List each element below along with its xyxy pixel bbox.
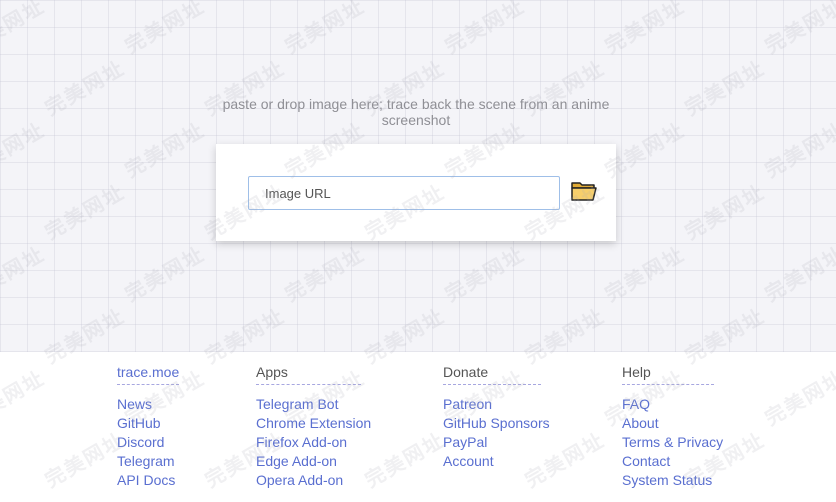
- footer-column-brand: trace.moe News GitHub Discord Telegram A…: [117, 364, 180, 490]
- footer-link-edge-addon[interactable]: Edge Add-on: [256, 452, 371, 471]
- footer-column-help: Help FAQ About Terms & Privacy Contact S…: [622, 364, 723, 490]
- watermark-text: 完美网址: [120, 241, 209, 307]
- footer-column-apps: Apps Telegram Bot Chrome Extension Firef…: [256, 364, 371, 490]
- footer-link-paypal[interactable]: PayPal: [443, 433, 550, 452]
- footer-heading-brand[interactable]: trace.moe: [117, 365, 180, 385]
- watermark-text: 完美网址: [760, 241, 836, 307]
- footer-link-system-status[interactable]: System Status: [622, 471, 723, 490]
- footer-links-apps: Telegram Bot Chrome Extension Firefox Ad…: [256, 395, 371, 490]
- footer-link-patreon[interactable]: Patreon: [443, 395, 550, 414]
- watermark-text: 完美网址: [440, 0, 529, 59]
- watermark-text: 完美网址: [760, 0, 836, 59]
- watermark-text: 完美网址: [760, 117, 836, 183]
- footer-heading-donate: Donate: [443, 365, 541, 385]
- footer-link-discord[interactable]: Discord: [117, 433, 179, 452]
- footer-links-help: FAQ About Terms & Privacy Contact System…: [622, 395, 723, 490]
- footer-link-firefox-addon[interactable]: Firefox Add-on: [256, 433, 371, 452]
- footer-link-terms-privacy[interactable]: Terms & Privacy: [622, 433, 723, 452]
- footer-links-brand: News GitHub Discord Telegram API Docs: [117, 395, 179, 490]
- watermark-text: 完美网址: [600, 0, 689, 59]
- watermark-text: 完美网址: [120, 0, 209, 59]
- footer-link-telegram-bot[interactable]: Telegram Bot: [256, 395, 371, 414]
- watermark-text: 完美网址: [120, 117, 209, 183]
- watermark-text: 完美网址: [0, 0, 49, 59]
- footer-links-donate: Patreon GitHub Sponsors PayPal Account: [443, 395, 550, 471]
- footer: trace.moe News GitHub Discord Telegram A…: [0, 352, 836, 502]
- footer-column-donate: Donate Patreon GitHub Sponsors PayPal Ac…: [443, 364, 550, 471]
- footer-link-about[interactable]: About: [622, 414, 723, 433]
- watermark-text: 完美网址: [40, 55, 129, 121]
- footer-link-api-docs[interactable]: API Docs: [117, 471, 179, 490]
- footer-link-account[interactable]: Account: [443, 452, 550, 471]
- watermark-text: 完美网址: [680, 55, 769, 121]
- footer-heading-apps: Apps: [256, 365, 361, 385]
- watermark-text: 完美网址: [680, 179, 769, 245]
- watermark-text: 完美网址: [280, 0, 369, 59]
- footer-link-telegram[interactable]: Telegram: [117, 452, 179, 471]
- folder-icon[interactable]: [570, 179, 598, 203]
- upload-hint: paste or drop image here; trace back the…: [222, 96, 610, 128]
- watermark-text: 完美网址: [440, 241, 529, 307]
- watermark-text: 完美网址: [0, 241, 49, 307]
- footer-link-faq[interactable]: FAQ: [622, 395, 723, 414]
- watermark-text: 完美网址: [280, 241, 369, 307]
- footer-link-github-sponsors[interactable]: GitHub Sponsors: [443, 414, 550, 433]
- search-card: [216, 144, 616, 241]
- watermark-text: 完美网址: [600, 241, 689, 307]
- footer-link-chrome-extension[interactable]: Chrome Extension: [256, 414, 371, 433]
- footer-link-news[interactable]: News: [117, 395, 179, 414]
- watermark-text: 完美网址: [40, 179, 129, 245]
- watermark-text: 完美网址: [0, 117, 49, 183]
- footer-link-opera-addon[interactable]: Opera Add-on: [256, 471, 371, 490]
- image-url-input[interactable]: [248, 176, 560, 210]
- footer-heading-help: Help: [622, 365, 714, 385]
- footer-link-contact[interactable]: Contact: [622, 452, 723, 471]
- footer-link-github[interactable]: GitHub: [117, 414, 179, 433]
